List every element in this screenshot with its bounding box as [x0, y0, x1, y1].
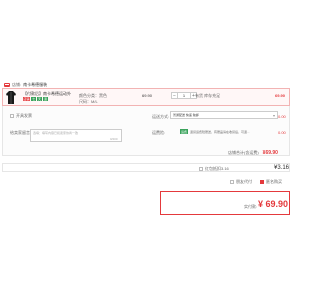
pay-amount: ¥ 69.90: [258, 199, 289, 209]
message-label: 给卖家留言:: [10, 130, 32, 135]
shipping-label: 运送方式:: [152, 114, 170, 119]
invoice-label: 开具发票: [16, 113, 32, 118]
shop-icon: [4, 83, 10, 87]
anonymous-option[interactable]: 匿名购买: [260, 179, 282, 185]
shipping-value: 普通配送 快递 免邮: [173, 113, 199, 117]
anonymous-checkbox[interactable]: [260, 180, 264, 184]
subtotal-label: 店铺合计(含运费): [228, 150, 259, 155]
product-badges: 店铺 七 天 退: [23, 97, 48, 101]
extra-options: 朋友代付 匿名购买: [230, 179, 282, 185]
insurance-tag: 运费: [180, 129, 188, 134]
item-total: 69.90: [275, 93, 286, 98]
insurance-label: 运费险:: [152, 130, 166, 135]
friend-pay-checkbox[interactable]: [230, 180, 234, 184]
shop-subtotal: 店铺合计(含运费) ¥69.90: [228, 150, 278, 156]
badge: 天: [37, 97, 42, 101]
insurance-fee: 0.00: [278, 130, 286, 135]
quantity-stepper: − 1 +: [171, 92, 197, 99]
shipping-fee: 0.00: [278, 114, 286, 119]
unit-price: 69.90: [142, 93, 153, 98]
pay-label: 实付款:: [244, 204, 258, 209]
coupon-row: 红包抵扣3.16 ¥3.16: [2, 163, 290, 172]
message-char-count: 0/200: [110, 137, 118, 141]
chevron-down-icon: ▾: [272, 113, 275, 118]
seller-message-input[interactable]: 选填：填写内容已和卖家协商一致: [30, 129, 122, 142]
stock-status: 有货 库存充足: [195, 93, 221, 98]
quantity-input[interactable]: 1: [178, 92, 190, 99]
badge: 七: [31, 97, 36, 101]
shipping-select[interactable]: 普通配送 快递 免邮 ▾: [170, 111, 278, 119]
product-attributes: 颜色分类：黑色 尺码：M/L: [79, 93, 107, 105]
product-thumbnail[interactable]: [6, 91, 16, 104]
invoice-checkbox[interactable]: [10, 114, 14, 118]
subtotal-value: ¥69.90: [262, 150, 278, 156]
insurance-description: 退货运费险赠送，有赠品请在收货后，可退...: [190, 130, 250, 134]
invoice-option[interactable]: 开具发票: [10, 113, 32, 119]
badge: 店铺: [23, 97, 30, 101]
coupon-option[interactable]: 红包抵扣3.16: [199, 166, 229, 172]
coupon-label: 红包抵扣3.16: [205, 166, 229, 171]
decrement-button[interactable]: −: [171, 92, 178, 99]
anonymous-label: 匿名购买: [266, 179, 282, 184]
attr-size: 尺码：M/L: [79, 99, 98, 104]
friend-pay-label: 朋友代付: [236, 179, 252, 184]
coupon-value: ¥3.16: [274, 165, 290, 171]
cart-item-row: 【付款后】南卡希德运动外套女春... 店铺 七 天 退 颜色分类：黑色 尺码：M…: [2, 88, 290, 106]
friend-pay-option[interactable]: 朋友代付: [230, 179, 252, 185]
coupon-checkbox[interactable]: [199, 167, 203, 171]
badge: 退: [43, 97, 48, 101]
